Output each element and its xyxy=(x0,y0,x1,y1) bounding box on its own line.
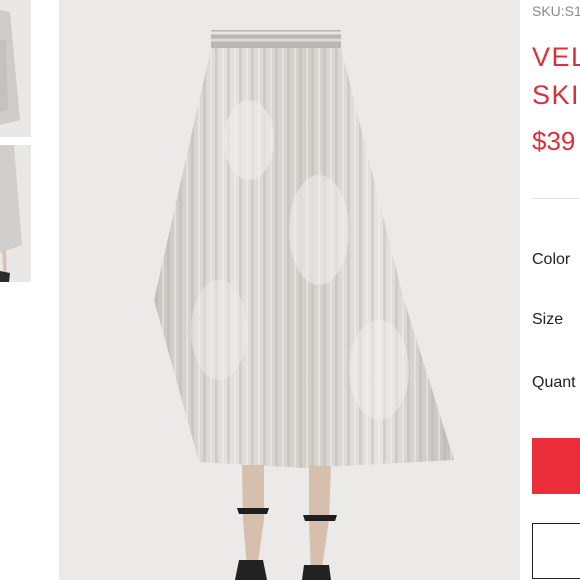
product-title-line-1: VEL xyxy=(532,42,580,72)
divider xyxy=(532,198,580,199)
product-title-line-2: SKI xyxy=(532,80,580,110)
product-title: VEL SKI xyxy=(532,38,580,114)
product-info-panel: SKU:S1 VEL SKI $39 Color Size Quant xyxy=(520,0,580,580)
skirt-thumbnail-image xyxy=(0,0,31,137)
add-to-cart-button[interactable] xyxy=(532,438,580,494)
skirt-photo xyxy=(59,0,520,580)
thumbnail-2[interactable] xyxy=(0,145,31,282)
secondary-action-button[interactable] xyxy=(532,523,580,579)
product-price: $39 xyxy=(532,126,576,156)
product-sku: SKU:S1 xyxy=(532,3,580,19)
quantity-label: Quant xyxy=(532,374,576,391)
size-label: Size xyxy=(532,311,564,328)
color-label: Color xyxy=(532,251,571,268)
main-product-image xyxy=(59,0,520,580)
skirt-thumbnail-image xyxy=(0,145,31,282)
thumbnail-1[interactable] xyxy=(0,0,31,137)
